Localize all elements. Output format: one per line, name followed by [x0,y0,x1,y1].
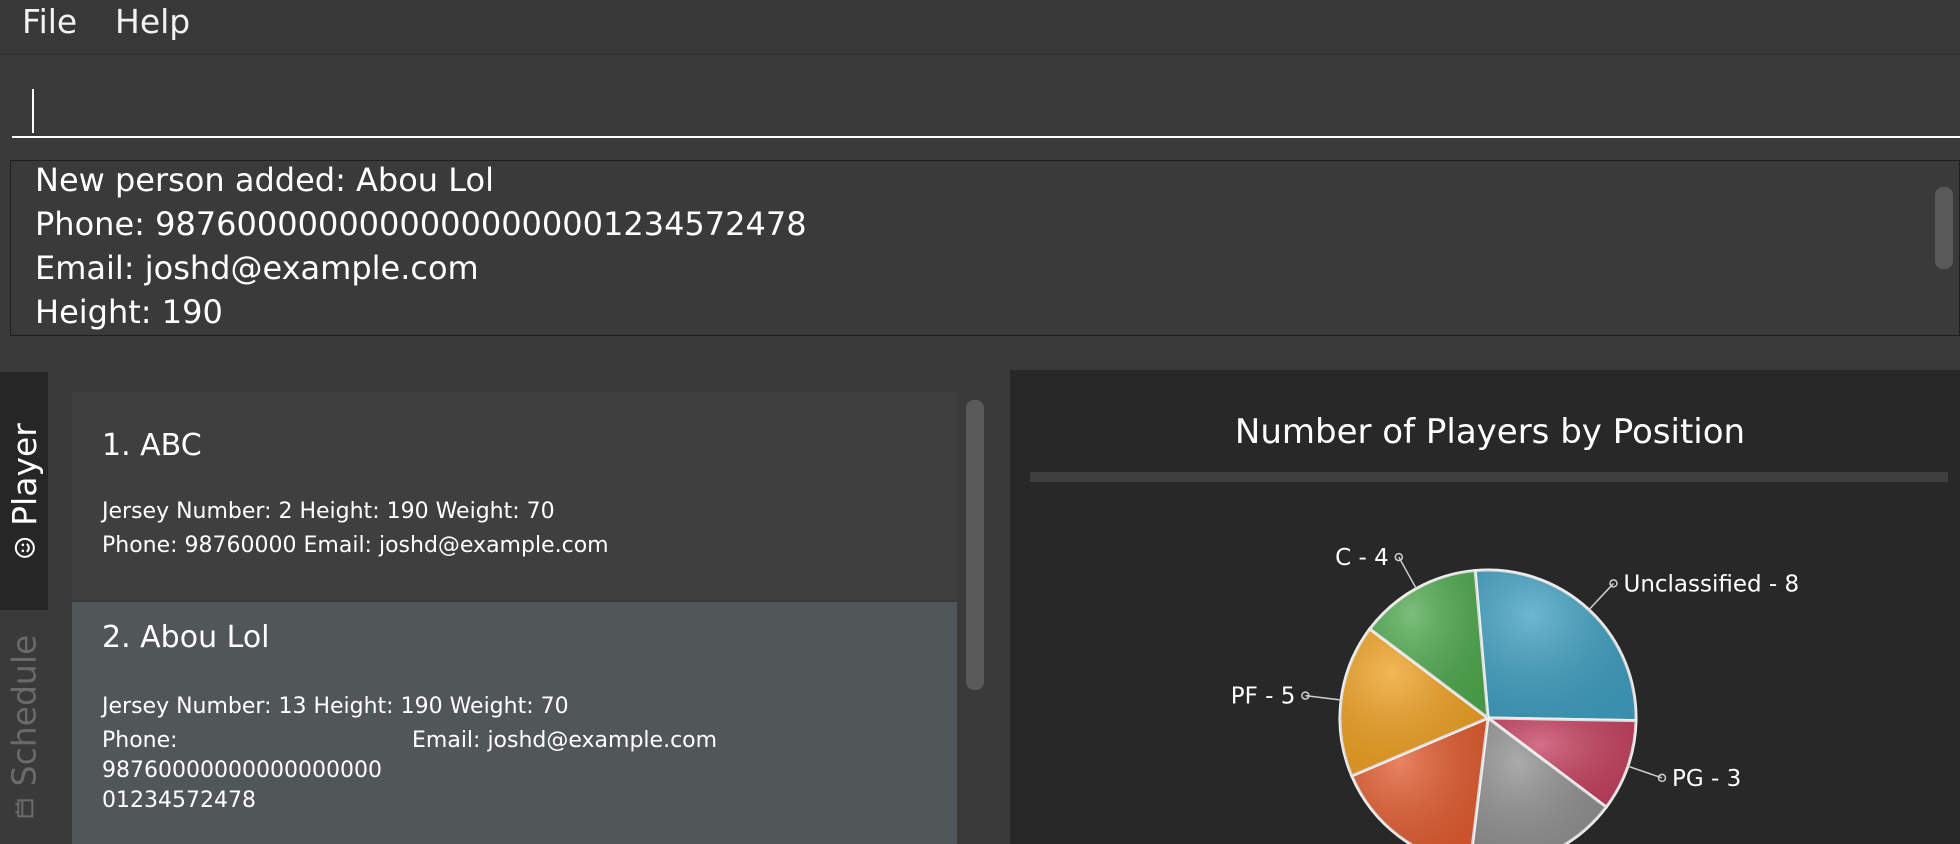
pie-label: Unclassified - 8 [1623,571,1799,597]
result-scrollbar[interactable] [1935,187,1953,269]
pie-label-line [1588,582,1615,611]
result-display: New person added: Abou Lol Phone: 987600… [10,160,1960,336]
player-phone-part: 01234572478 [102,788,256,813]
tab-strip: Player Schedule [0,372,48,844]
pie-chart: Unclassified - 8 PG - 3 PF - 5 C - 4 [1231,545,1799,844]
pie-label: PF - 5 [1231,684,1296,710]
player-list: 1. ABC Jersey Number: 2 Height: 190 Weig… [48,372,1008,844]
player-stats: Jersey Number: 2 Height: 190 Weight: 70 [102,499,555,524]
pie-label-dot [1394,552,1404,562]
player-name: 1. ABC [102,428,202,463]
result-line: Height: 190 [35,293,223,331]
player-card[interactable]: 2. Abou Lol Jersey Number: 13 Height: 19… [72,602,957,844]
text-caret [32,89,34,133]
player-email: Email: joshd@example.com [412,728,718,753]
command-input[interactable] [12,77,1960,138]
menu-help[interactable]: Help [115,2,190,41]
tab-schedule[interactable]: Schedule [0,610,48,844]
pie-label-dot [1609,579,1618,588]
command-area [0,55,1960,150]
pie-label: C - 4 [1335,545,1389,571]
menu-file[interactable]: File [22,2,77,41]
tab-player[interactable]: Player [0,372,48,610]
pie-label-line [1627,765,1663,779]
result-line: New person added: Abou Lol [35,161,494,199]
list-scrollbar[interactable] [966,400,984,690]
result-line: Phone: 98760000000000000000001234572478 [35,205,807,243]
player-name: 2. Abou Lol [102,620,270,655]
pie-label-line [1398,556,1417,589]
player-phone-label: Phone: [102,728,178,753]
player-contact: Phone: 98760000 Email: joshd@example.com [102,533,609,558]
player-card[interactable]: 1. ABC Jersey Number: 2 Height: 190 Weig… [72,392,957,600]
calendar-icon [15,798,33,817]
player-phone-part: 98760000000000000000 [102,758,382,783]
pie-slice-shade [1475,570,1636,721]
player-stats: Jersey Number: 13 Height: 190 Weight: 70 [102,694,569,719]
smiley-icon [14,537,35,558]
tab-schedule-label: Schedule [4,634,44,786]
chart-panel: Number of Players by Position Unclassifi… [1010,370,1960,844]
menu-bar: File Help [0,0,1960,55]
pie-label-line [1305,694,1342,701]
result-line: Email: joshd@example.com [35,249,479,287]
pie-label: PG - 3 [1672,766,1741,792]
tab-player-label: Player [4,422,44,526]
